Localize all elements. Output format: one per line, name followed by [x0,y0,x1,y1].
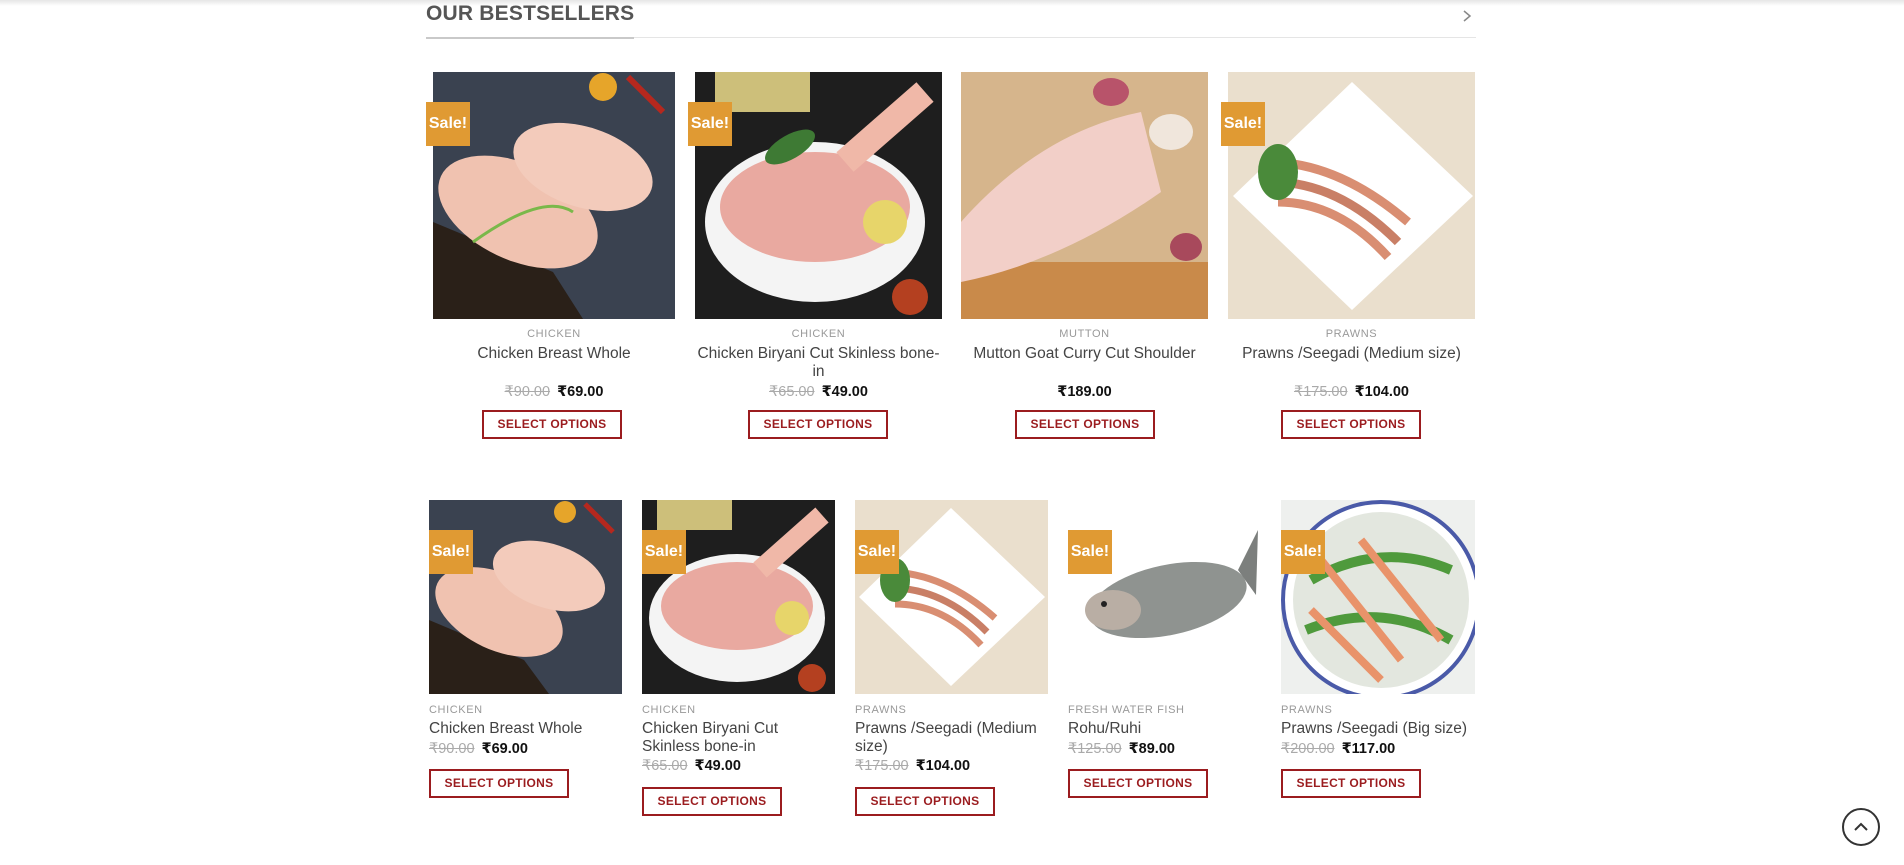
scroll-to-top-button[interactable] [1842,808,1880,846]
product-price: ₹175.00 ₹104.00 [855,758,1048,774]
product-title[interactable]: Prawns /Seegadi (Medium size) [855,720,1048,756]
sale-price: ₹117.00 [1341,741,1396,757]
product-title[interactable]: Chicken Biryani Cut Skinless bone-in [642,720,835,756]
old-price: ₹200.00 [1281,741,1335,757]
sale-badge: Sale! [855,530,899,574]
select-options-button[interactable]: SELECT OPTIONS [1281,769,1421,798]
product-title[interactable]: Chicken Breast Whole [433,345,675,363]
select-options-button[interactable]: SELECT OPTIONS [1015,410,1155,439]
product-category: PRAWNS [855,704,907,716]
product-price: ₹65.00 ₹49.00 [642,758,835,774]
old-price: ₹65.00 [769,384,815,400]
old-price: ₹90.00 [429,741,475,757]
product-title[interactable]: Prawns /Seegadi (Medium size) [1228,345,1475,363]
product-price: ₹90.00 ₹69.00 [433,384,675,400]
select-options-button[interactable]: SELECT OPTIONS [429,769,569,798]
old-price: ₹175.00 [1293,384,1348,400]
product-image[interactable] [1228,72,1475,319]
product-title[interactable]: Prawns /Seegadi (Big size) [1281,720,1475,738]
product-image[interactable] [961,72,1208,319]
sale-badge: Sale! [1281,530,1325,574]
sale-price: ₹104.00 [1354,384,1410,400]
product-card[interactable]: Sale! FRESH WATER FISH Rohu/Ruhi ₹125.00… [1068,500,1261,820]
sale-badge: Sale! [688,102,732,146]
old-price: ₹175.00 [855,758,909,774]
product-category: PRAWNS [1281,704,1333,716]
section-title: OUR BESTSELLERS [426,2,635,39]
product-price: ₹175.00 ₹104.00 [1228,384,1475,400]
product-image[interactable] [695,72,942,319]
product-title[interactable]: Rohu/Ruhi [1068,720,1261,738]
product-card[interactable]: Sale! CHICKEN Chicken Breast Whole ₹90.0… [426,72,675,442]
old-price: ₹90.00 [504,384,551,400]
product-category: PRAWNS [1325,328,1378,340]
sale-badge: Sale! [426,102,470,146]
section-header: OUR BESTSELLERS [426,0,1476,39]
product-price: ₹90.00 ₹69.00 [429,741,622,757]
sale-badge: Sale! [1068,530,1112,574]
select-options-button[interactable]: SELECT OPTIONS [1068,769,1208,798]
select-options-button[interactable]: SELECT OPTIONS [642,787,782,816]
product-price: ₹125.00 ₹89.00 [1068,741,1261,757]
sale-price: ₹69.00 [557,384,604,400]
sale-price: ₹49.00 [694,758,741,774]
select-options-button[interactable]: SELECT OPTIONS [482,410,622,439]
product-card[interactable]: Sale! PRAWNS Prawns /Seegadi (Medium siz… [855,500,1048,820]
product-category: CHICKEN [791,328,846,340]
sale-badge: Sale! [429,530,473,574]
sale-badge: Sale! [1221,102,1265,146]
product-category: MUTTON [1059,328,1110,340]
product-card[interactable]: Sale! CHICKEN Chicken Breast Whole ₹90.0… [429,500,622,820]
sale-price: ₹89.00 [1128,741,1175,757]
product-card[interactable]: Sale! PRAWNS Prawns /Seegadi (Medium siz… [1221,72,1475,442]
old-price: ₹125.00 [1068,741,1122,757]
select-options-button[interactable]: SELECT OPTIONS [1281,410,1421,439]
product-price: ₹65.00 ₹49.00 [695,384,942,400]
product-card[interactable]: Sale! CHICKEN Chicken Biryani Cut Skinle… [642,500,835,820]
product-price: ₹200.00 ₹117.00 [1281,741,1475,757]
sale-price: ₹104.00 [915,758,971,774]
product-title[interactable]: Mutton Goat Curry Cut Shoulder [961,345,1208,363]
product-title[interactable]: Chicken Biryani Cut Skinless bone-in [695,345,942,381]
product-category: CHICKEN [527,328,581,340]
select-options-button[interactable]: SELECT OPTIONS [855,787,995,816]
product-card[interactable]: Sale! CHICKEN Chicken Biryani Cut Skinle… [688,72,942,442]
price: ₹189.00 [1057,384,1112,400]
product-price: ₹189.00 [961,384,1208,400]
sale-price: ₹49.00 [821,384,868,400]
old-price: ₹65.00 [642,758,688,774]
chevron-up-icon [1854,822,1868,831]
product-title[interactable]: Chicken Breast Whole [429,720,622,738]
sale-price: ₹69.00 [481,741,528,757]
product-card[interactable]: Sale! PRAWNS Prawns /Seegadi (Big size) … [1281,500,1475,820]
product-category: CHICKEN [429,704,483,716]
sale-badge: Sale! [642,530,686,574]
product-card[interactable]: MUTTON Mutton Goat Curry Cut Shoulder ₹1… [961,72,1208,442]
product-category: CHICKEN [642,704,696,716]
chevron-right-icon[interactable] [1460,6,1474,26]
select-options-button[interactable]: SELECT OPTIONS [748,410,888,439]
product-category: FRESH WATER FISH [1068,704,1185,716]
